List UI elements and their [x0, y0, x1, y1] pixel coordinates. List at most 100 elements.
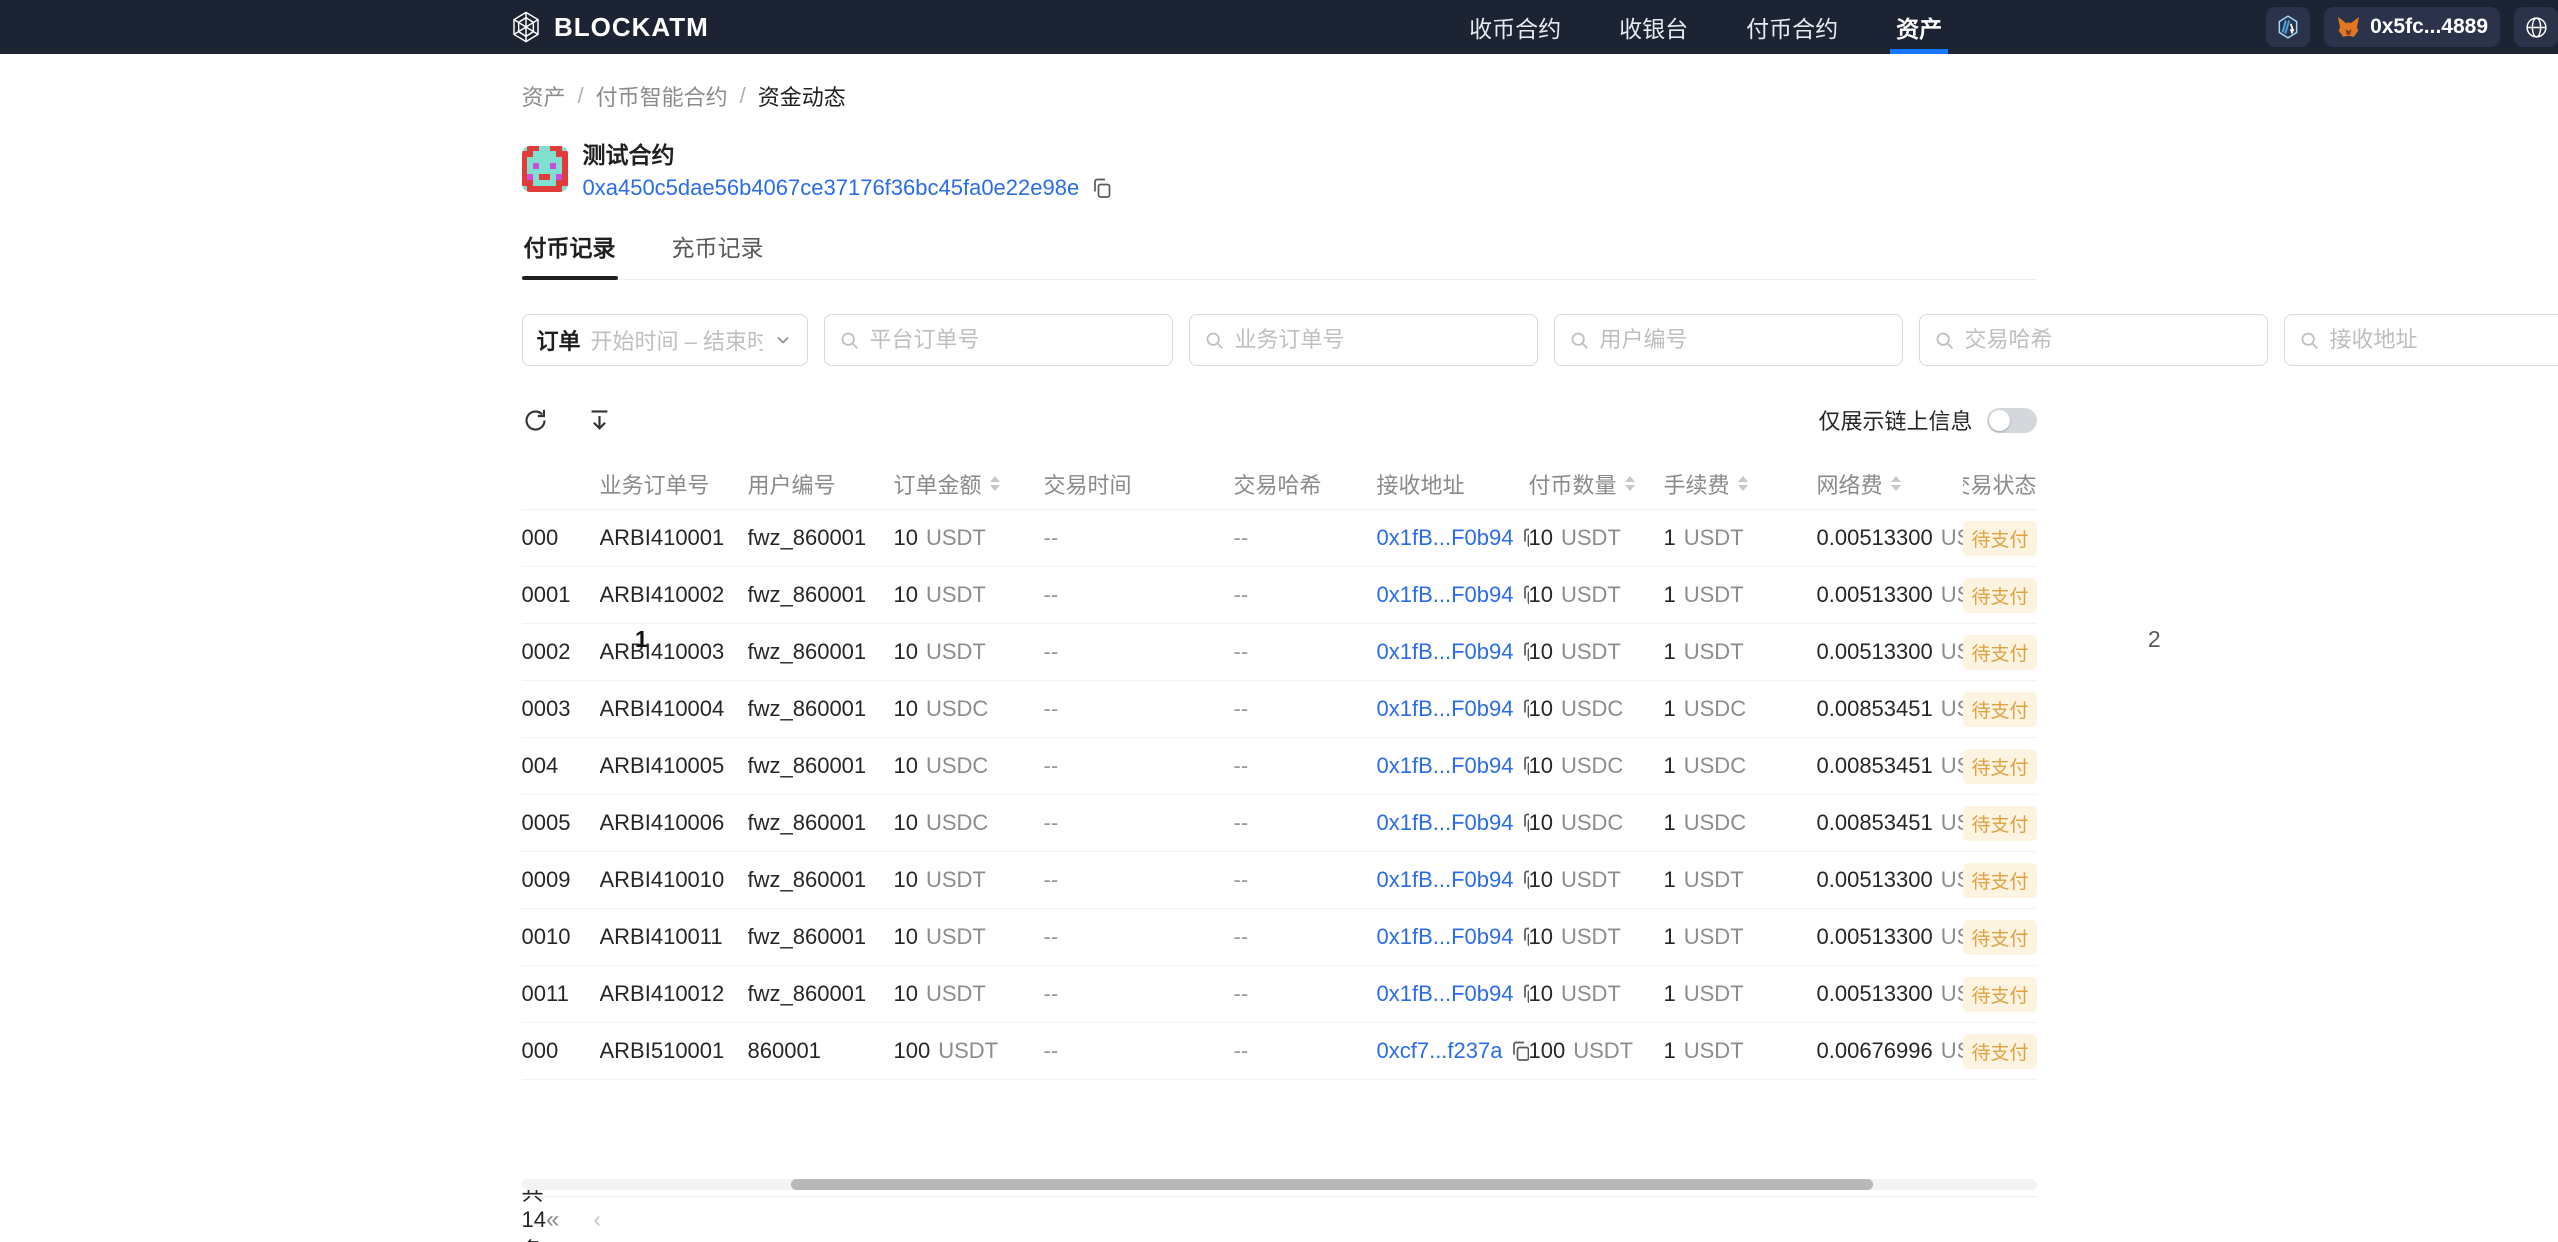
table-footer: 共 14 条 « ‹ 1 2 › » 每页10 条: [522, 1196, 2037, 1242]
brand-logo[interactable]: BLOCKATM: [510, 0, 709, 54]
sort-icon[interactable]: [990, 476, 1000, 491]
business-order-input[interactable]: [1235, 327, 1523, 353]
pagination: « ‹ 1 2 › » 每页10 条: [546, 626, 2558, 1242]
brand-name: BLOCKATM: [554, 12, 709, 43]
search-icon: [1204, 330, 1225, 351]
receive-address-cell: 0x1fB...F0b94: [1377, 582, 1529, 608]
currency-unit: USDT: [926, 525, 986, 551]
export-download-icon[interactable]: [586, 406, 614, 434]
platform-order-cell: 000: [522, 525, 600, 551]
order-select-placeholder: 开始时间 – 结束时间: [591, 324, 763, 356]
search-icon: [1569, 330, 1590, 351]
column-header-network_fee[interactable]: 网络费: [1817, 468, 1963, 500]
sort-icon[interactable]: [1738, 476, 1748, 491]
platform-order-search: [824, 314, 1173, 366]
receive-address-link[interactable]: 0x1fB...F0b94: [1377, 582, 1514, 608]
user-no-search: [1554, 314, 1903, 366]
column-header-label: 用户编号: [748, 468, 836, 500]
sort-icon[interactable]: [1625, 476, 1635, 491]
prev-page-button[interactable]: ‹: [593, 1206, 601, 1233]
table-toolbar: 仅展示链上信息: [522, 404, 2037, 436]
tab-pay-records[interactable]: 付币记录: [522, 229, 618, 279]
column-header-amount[interactable]: 订单金额: [894, 468, 1044, 500]
nav-item-cashier[interactable]: 收银台: [1605, 0, 1702, 54]
user-no-cell: fwz_860001: [748, 525, 894, 551]
wallet-button[interactable]: 0x5fc...4889: [2324, 7, 2500, 47]
amount-value: 10: [894, 525, 918, 551]
refresh-icon[interactable]: [522, 406, 550, 434]
status-cell: 待支付: [1963, 521, 2037, 556]
search-icon: [2299, 330, 2320, 351]
column-header-status: 交易状态: [1963, 468, 2037, 500]
column-header-label: 接收地址: [1377, 468, 1465, 500]
pay-amount-cell: 10USDT: [1529, 582, 1664, 608]
chevron-down-icon: [773, 330, 793, 350]
language-button[interactable]: [2514, 7, 2558, 47]
table-row: 0001ARBI410002fwz_86000110USDT----0x1fB.…: [522, 567, 2037, 624]
currency-unit: USDT: [1561, 582, 1621, 608]
amount-value: 0.00513300: [1817, 525, 1933, 551]
breadcrumb-fund-activity: 资金动态: [758, 80, 846, 112]
blockatm-logo-icon: [510, 11, 542, 43]
table-header-row: 业务订单号用户编号订单金额交易时间交易哈希接收地址付币数量手续费网络费交易状态: [522, 458, 2037, 510]
sort-asc-caret: [1738, 476, 1748, 482]
receive-address-link[interactable]: 0x1fB...F0b94: [1377, 525, 1514, 551]
order-time-range-select[interactable]: 订单 开始时间 – 结束时间: [522, 314, 808, 366]
user-no-input[interactable]: [1600, 327, 1888, 353]
sort-icon[interactable]: [1891, 476, 1901, 491]
onchain-only-toggle[interactable]: [1987, 408, 2037, 433]
tx-hash-input[interactable]: [1965, 327, 2253, 353]
order-amount-cell: 10 USDT: [894, 525, 1044, 551]
breadcrumb-pay-contract[interactable]: 付币智能合约: [596, 80, 728, 112]
pay-amount-cell: 10USDT: [1529, 525, 1664, 551]
column-header-label: 订单金额: [894, 468, 982, 500]
copy-icon[interactable]: [1519, 582, 1528, 608]
platform-order-input[interactable]: [870, 327, 1158, 353]
sort-desc-caret: [1738, 485, 1748, 491]
column-header-label: 交易状态: [1963, 468, 2037, 500]
breadcrumb-assets[interactable]: 资产: [522, 80, 566, 112]
breadcrumb: 资产 / 付币智能合约 / 资金动态: [522, 80, 2037, 112]
tx-hash-cell: --: [1234, 525, 1377, 551]
receive-address-input[interactable]: [2330, 327, 2558, 353]
contract-address-link[interactable]: 0xa450c5dae56b4067ce37176f36bc45fa0e22e9…: [583, 175, 1080, 201]
order-amount-cell: 10USDT: [894, 582, 1044, 608]
tx-time-cell: --: [1044, 525, 1234, 551]
toggle-knob: [1989, 410, 2010, 431]
filter-bar: 订单 开始时间 – 结束时间: [522, 306, 2037, 374]
business-order-cell: ARBI410002: [600, 582, 748, 608]
column-header-label: 交易哈希: [1234, 468, 1322, 500]
page-button-1[interactable]: 1: [635, 626, 2114, 1242]
nav-item-pay-contract[interactable]: 付币合约: [1732, 0, 1852, 54]
platform-order-cell: 0001: [522, 582, 600, 608]
nav-item-receive-contract[interactable]: 收币合约: [1455, 0, 1575, 54]
onchain-only-label: 仅展示链上信息: [1818, 404, 1972, 436]
fee-cell: 1USDT: [1664, 582, 1817, 608]
nav-item-assets[interactable]: 资产: [1882, 0, 1956, 54]
cell-text: ARBI410001: [600, 525, 725, 551]
search-icon: [1934, 330, 1955, 351]
column-header-pay_amount[interactable]: 付币数量: [1529, 468, 1664, 500]
horizontal-scrollbar-thumb[interactable]: [791, 1179, 1873, 1190]
user-no-cell: fwz_860001: [748, 582, 894, 608]
network-fee-cell: 0.00513300USDT: [1817, 582, 1963, 608]
copy-icon[interactable]: [1519, 525, 1528, 551]
currency-unit: USDT: [926, 582, 986, 608]
first-page-button[interactable]: «: [546, 1206, 559, 1234]
cell-text: ARBI410002: [600, 582, 725, 608]
network-button[interactable]: [2266, 7, 2310, 47]
currency-unit: USDT: [1561, 525, 1621, 551]
tx-hash-search: [1919, 314, 2268, 366]
copy-icon[interactable]: [1089, 175, 1115, 201]
amount-value: 1: [1664, 582, 1676, 608]
tab-deposit-records[interactable]: 充币记录: [670, 229, 766, 279]
currency-unit: USDT: [1941, 582, 1963, 608]
page-button-2[interactable]: 2: [2148, 626, 2558, 1242]
horizontal-scrollbar-track[interactable]: [522, 1179, 2037, 1190]
currency-unit: USDT: [1684, 525, 1744, 551]
sort-desc-caret: [1891, 485, 1901, 491]
column-header-fee[interactable]: 手续费: [1664, 468, 1817, 500]
receive-address-cell: 0x1fB...F0b94: [1377, 525, 1529, 551]
receive-address-search: [2284, 314, 2558, 366]
nav-right-cluster: 0x5fc...4889: [2266, 0, 2558, 54]
